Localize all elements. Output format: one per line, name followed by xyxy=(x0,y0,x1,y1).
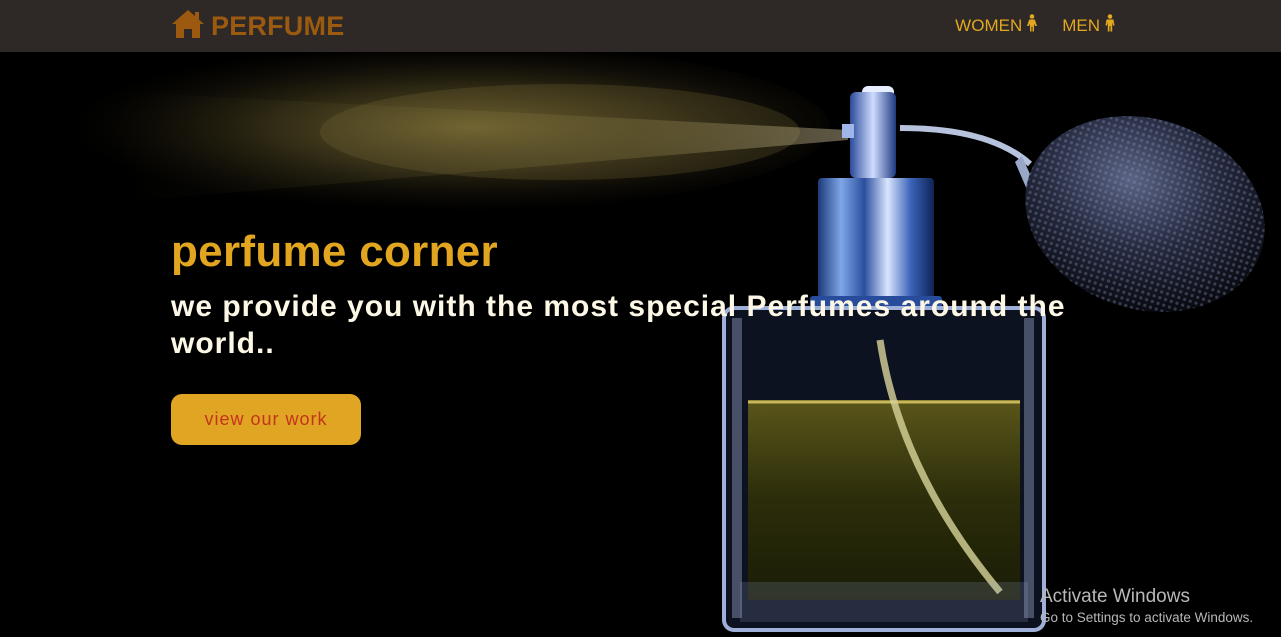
male-icon xyxy=(1104,14,1116,37)
nav-link-women-label: WOMEN xyxy=(955,15,1023,35)
hero-section: perfume corner we provide you with the m… xyxy=(0,52,1281,637)
navbar: PERFUME WOMEN MEN xyxy=(0,0,1281,52)
nav-links: WOMEN MEN xyxy=(955,14,1116,37)
home-icon xyxy=(171,9,205,44)
nav-link-men-label: MEN xyxy=(1062,15,1100,35)
nav-link-women[interactable]: WOMEN xyxy=(955,14,1038,37)
brand-name: PERFUME xyxy=(211,10,345,41)
hero-tagline: we provide you with the most special Per… xyxy=(171,290,1066,360)
view-our-work-button[interactable]: view our work xyxy=(171,394,361,445)
female-icon xyxy=(1026,14,1038,37)
brand-home-link[interactable]: PERFUME xyxy=(171,9,344,43)
hero-headline: perfume corner xyxy=(171,227,498,276)
nav-link-men[interactable]: MEN xyxy=(1062,14,1116,37)
